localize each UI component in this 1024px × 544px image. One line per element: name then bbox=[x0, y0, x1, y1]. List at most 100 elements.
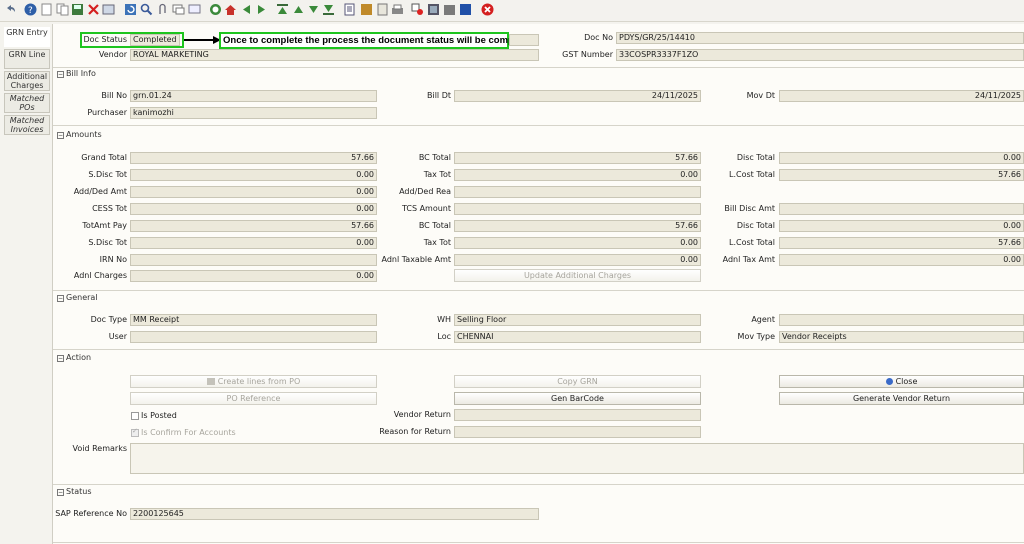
bill-dt-field[interactable]: 24/11/2025 bbox=[454, 90, 701, 102]
sidebar-item-matched-pos[interactable]: Matched POs bbox=[4, 93, 50, 113]
agent-field[interactable] bbox=[779, 314, 1024, 326]
s-disc-tot-label: S.Disc Tot bbox=[88, 170, 127, 179]
bill-info-section-header[interactable]: − Bill Info bbox=[57, 69, 96, 79]
down-icon[interactable] bbox=[292, 3, 305, 16]
undo-icon[interactable] bbox=[4, 3, 17, 16]
previous-icon[interactable] bbox=[224, 3, 237, 16]
sidebar-item-matched-invoices[interactable]: Matched Invoices bbox=[4, 115, 50, 135]
refresh-icon[interactable] bbox=[124, 3, 137, 16]
home-icon[interactable] bbox=[209, 3, 222, 16]
save-icon[interactable] bbox=[71, 3, 84, 16]
help-icon[interactable]: ? bbox=[24, 3, 37, 16]
tcs-amount-field[interactable] bbox=[454, 203, 701, 215]
bc-total-2-field[interactable]: 57.66 bbox=[454, 220, 701, 232]
adnl-taxable-amt-field[interactable]: 0.00 bbox=[454, 254, 701, 266]
print-icon[interactable] bbox=[376, 3, 389, 16]
lcost-total-field[interactable]: 57.66 bbox=[779, 169, 1024, 181]
sap-reference-field[interactable]: 2200125645 bbox=[130, 508, 539, 520]
po-reference-button[interactable]: PO Reference bbox=[130, 392, 377, 405]
general-section-header[interactable]: − General bbox=[57, 293, 98, 303]
first-icon[interactable] bbox=[255, 3, 268, 16]
delete-icon[interactable] bbox=[87, 3, 100, 16]
history-icon[interactable] bbox=[188, 3, 201, 16]
gst-number-field[interactable]: 33COSPR3337F1ZO bbox=[616, 49, 1024, 61]
gen-barcode-button[interactable]: Gen BarCode bbox=[454, 392, 701, 405]
up-icon[interactable] bbox=[276, 3, 289, 16]
attachment-icon[interactable] bbox=[156, 3, 169, 16]
copy-icon[interactable] bbox=[56, 3, 69, 16]
purchaser-field[interactable]: kanimozhi bbox=[130, 107, 377, 119]
mov-type-field[interactable]: Vendor Receipts bbox=[779, 331, 1024, 343]
void-remarks-textarea[interactable] bbox=[130, 443, 1024, 474]
next-icon[interactable] bbox=[240, 3, 253, 16]
generate-vendor-return-button[interactable]: Generate Vendor Return bbox=[779, 392, 1024, 405]
mov-type-label: Mov Type bbox=[737, 332, 775, 341]
add-ded-amt-field[interactable]: 0.00 bbox=[130, 186, 377, 198]
section-title: Amounts bbox=[66, 130, 102, 139]
status-section-header[interactable]: − Status bbox=[57, 487, 92, 497]
svg-text:?: ? bbox=[28, 6, 33, 16]
amounts-section-header[interactable]: − Amounts bbox=[57, 130, 102, 140]
s-disc-tot-field[interactable]: 0.00 bbox=[130, 169, 377, 181]
workflow-icon[interactable] bbox=[427, 3, 440, 16]
product-icon[interactable] bbox=[411, 3, 424, 16]
vendor-return-field[interactable] bbox=[454, 409, 701, 421]
sidebar-item-additional-charges[interactable]: Additional Charges bbox=[4, 71, 50, 91]
user-field[interactable] bbox=[130, 331, 377, 343]
wh-field[interactable]: Selling Floor bbox=[454, 314, 701, 326]
action-section-header[interactable]: − Action bbox=[57, 353, 91, 363]
window-icon[interactable] bbox=[443, 3, 456, 16]
totamt-pay-field[interactable]: 57.66 bbox=[130, 220, 377, 232]
adnl-tax-amt-field[interactable]: 0.00 bbox=[779, 254, 1024, 266]
sidebar-item-grn-entry[interactable]: GRN Entry bbox=[4, 27, 50, 47]
new-icon[interactable] bbox=[40, 3, 53, 16]
tax-tot-2-field[interactable]: 0.00 bbox=[454, 237, 701, 249]
doc-no-field[interactable]: PDYS/GR/25/14410 bbox=[616, 32, 1024, 44]
close-button[interactable]: Close bbox=[779, 375, 1024, 388]
s-disc-tot-2-field[interactable]: 0.00 bbox=[130, 237, 377, 249]
bill-disc-amt-field[interactable] bbox=[779, 203, 1024, 215]
disc-total-2-field[interactable]: 0.00 bbox=[779, 220, 1024, 232]
add-ded-rea-field[interactable] bbox=[454, 186, 701, 198]
cancel-icon[interactable] bbox=[481, 3, 494, 16]
bc-total-field[interactable]: 57.66 bbox=[454, 152, 701, 164]
is-posted-checkbox[interactable] bbox=[131, 412, 139, 420]
irn-no-field[interactable] bbox=[130, 254, 377, 266]
archive-icon[interactable] bbox=[343, 3, 356, 16]
chat-icon[interactable] bbox=[172, 3, 185, 16]
adnl-charges-field[interactable]: 0.00 bbox=[130, 270, 377, 282]
grand-total-field[interactable]: 57.66 bbox=[130, 152, 377, 164]
toolbar: ? bbox=[0, 0, 1024, 22]
is-confirm-for-accounts-checkbox[interactable] bbox=[131, 427, 139, 437]
reason-for-return-label: Reason for Return bbox=[379, 427, 451, 436]
adnl-charges-label: Adnl Charges bbox=[73, 271, 127, 280]
vendor-label: Vendor bbox=[98, 50, 127, 59]
mov-dt-label: Mov Dt bbox=[746, 91, 775, 100]
mov-dt-field[interactable]: 24/11/2025 bbox=[779, 90, 1024, 102]
tax-tot-field[interactable]: 0.00 bbox=[454, 169, 701, 181]
loc-field[interactable]: CHENNAI bbox=[454, 331, 701, 343]
create-lines-from-po-button[interactable]: Create lines from PO bbox=[130, 375, 377, 388]
find-icon[interactable] bbox=[140, 3, 153, 16]
close-window-icon[interactable] bbox=[459, 3, 472, 16]
cess-tot-field[interactable]: 0.00 bbox=[130, 203, 377, 215]
last-icon[interactable] bbox=[307, 3, 320, 16]
request-icon[interactable] bbox=[391, 3, 404, 16]
bill-no-field[interactable]: grn.01.24 bbox=[130, 90, 377, 102]
reason-for-return-field[interactable] bbox=[454, 426, 701, 438]
create-lines-icon bbox=[206, 378, 215, 385]
disc-total-field[interactable]: 0.00 bbox=[779, 152, 1024, 164]
doc-status-field[interactable]: Completed bbox=[130, 34, 180, 46]
doc-type-field[interactable]: MM Receipt bbox=[130, 314, 377, 326]
vendor-field[interactable]: ROYAL MARKETING bbox=[130, 49, 539, 61]
update-additional-charges-button[interactable]: Update Additional Charges bbox=[454, 269, 701, 282]
button-label: Close bbox=[895, 377, 918, 386]
sidebar-item-grn-line[interactable]: GRN Line bbox=[4, 49, 50, 69]
zoom-icon[interactable] bbox=[360, 3, 373, 16]
report-icon[interactable] bbox=[322, 3, 335, 16]
lcost-total-2-field[interactable]: 57.66 bbox=[779, 237, 1024, 249]
copy-grn-button[interactable]: Copy GRN bbox=[454, 375, 701, 388]
print-preview-icon[interactable] bbox=[102, 3, 115, 16]
disc-total-2-label: Disc Total bbox=[736, 221, 775, 230]
irn-no-label: IRN No bbox=[99, 255, 127, 264]
